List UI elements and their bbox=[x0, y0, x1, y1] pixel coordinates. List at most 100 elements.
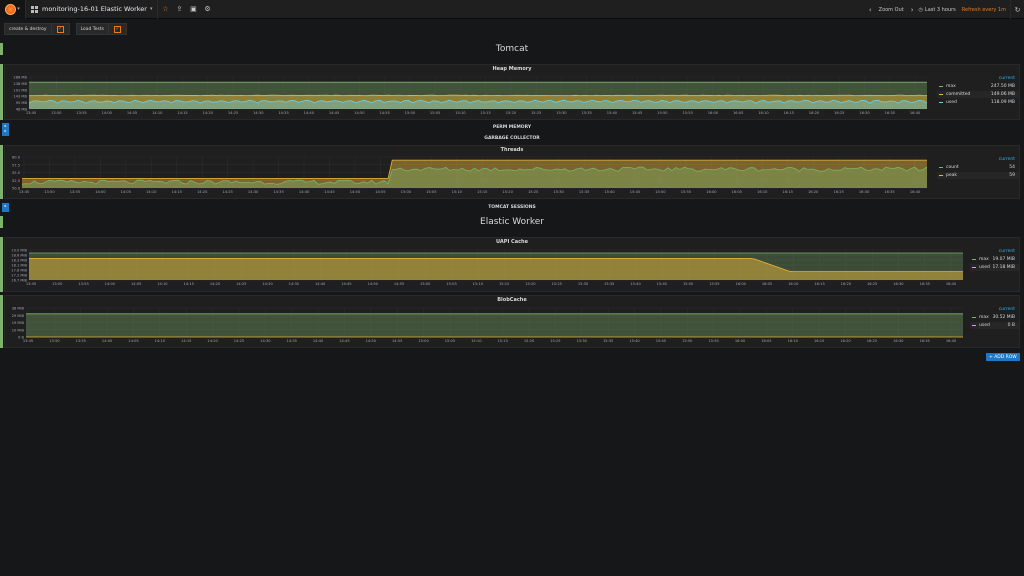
blobcache-panel[interactable]: BlobCache 38 MiB 29 MiB 19 MiB 10 MiB 0 B 13:… bbox=[4, 295, 1020, 348]
x-tick-label: 16:00 bbox=[736, 282, 747, 286]
chart-svg[interactable]: 38 MiB 29 MiB 19 MiB 10 MiB 0 B 13:45 13:50 13:… bbox=[5, 296, 1021, 349]
legend-series-name: max bbox=[946, 84, 956, 89]
y-tick-label: 10 MiB bbox=[12, 328, 25, 332]
legend-item-used[interactable]: used 0 B bbox=[970, 322, 1019, 329]
legend-item-max[interactable]: max 30.52 MiB bbox=[970, 314, 1019, 321]
x-tick-label: 15:30 bbox=[578, 282, 589, 286]
x-tick-label: 16:20 bbox=[840, 339, 851, 343]
row-title-garbage-collector[interactable]: GARBAGE COLLECTOR bbox=[0, 136, 1024, 141]
x-tick-label: 14:15 bbox=[177, 111, 187, 115]
x-tick-label: 15:15 bbox=[499, 282, 509, 286]
x-tick-label: 16:40 bbox=[946, 282, 957, 286]
x-tick-label: 15:00 bbox=[418, 339, 429, 343]
y-tick-label: 17.8 MiB bbox=[11, 269, 27, 273]
share-icon[interactable]: ⇪ bbox=[172, 0, 186, 19]
x-tick-label: 15:40 bbox=[630, 282, 641, 286]
legend-item-used[interactable]: used 17.18 MiB bbox=[970, 264, 1019, 271]
chart-svg[interactable]: 286 MB238 MB191 MB143 MB95 MB48 MB13:45 1… bbox=[5, 65, 1021, 121]
x-tick-label: 16:15 bbox=[783, 190, 793, 194]
x-tick-label: 14:50 bbox=[354, 111, 365, 115]
chart-svg[interactable]: 19.0 MiB18.6 MiB18.3 MiB18.1 MiB17.8 MiB… bbox=[5, 238, 1021, 293]
x-tick-label: 14:50 bbox=[366, 339, 377, 343]
legend-current-value: 19.07 MiB bbox=[992, 257, 1015, 262]
x-tick-label: 13:45 bbox=[23, 339, 33, 343]
x-tick-label: 16:10 bbox=[757, 190, 768, 194]
legend-current-value: 17.18 MiB bbox=[992, 265, 1015, 270]
refresh-interval[interactable]: Refresh every 1m bbox=[958, 7, 1010, 13]
y-tick-label: 57.5 bbox=[12, 163, 20, 167]
x-tick-label: 16:05 bbox=[732, 190, 742, 194]
legend-item-peak[interactable]: peak 59 bbox=[937, 172, 1019, 179]
x-tick-label: 13:55 bbox=[76, 111, 86, 115]
chevron-left-icon[interactable]: ‹ bbox=[866, 6, 875, 14]
x-tick-label: 15:45 bbox=[656, 339, 666, 343]
row-title-perm-memory[interactable]: PERM MEMORY bbox=[0, 125, 1024, 130]
x-tick-label: 13:55 bbox=[76, 339, 86, 343]
legend-current-value: 30.52 MiB bbox=[992, 315, 1015, 320]
x-tick-label: 16:10 bbox=[788, 339, 799, 343]
x-tick-label: 16:15 bbox=[814, 339, 824, 343]
legend-item-count[interactable]: count 54 bbox=[937, 164, 1019, 171]
threads-panel[interactable]: Threads 60.0 57.5 55.0 52.5 50.0 13:45 13:50 13… bbox=[4, 145, 1020, 199]
x-tick-label: 15:45 bbox=[657, 282, 667, 286]
x-tick-label: 15:45 bbox=[632, 111, 642, 115]
row-marker[interactable] bbox=[0, 237, 3, 292]
heap-memory-panel[interactable]: Heap Memory 286 MB 238 MB 191 MB 143 MB 95 M… bbox=[4, 64, 1020, 120]
caret-down-icon: ▾ bbox=[17, 6, 20, 12]
dashboard-picker[interactable]: monitoring-16-01 Elastic Worker ▾ bbox=[26, 0, 159, 19]
variable-checkbox[interactable]: ✓ bbox=[51, 23, 70, 35]
x-tick-label: 14:35 bbox=[278, 111, 288, 115]
row-marker[interactable] bbox=[0, 295, 3, 348]
x-tick-label: 16:00 bbox=[735, 339, 746, 343]
x-tick-label: 15:25 bbox=[528, 190, 538, 194]
x-tick-label: 14:00 bbox=[102, 339, 113, 343]
grafana-menu-button[interactable]: ▾ bbox=[0, 0, 26, 19]
x-tick-label: 16:20 bbox=[808, 190, 819, 194]
legend-series-name: used bbox=[979, 323, 990, 328]
x-tick-label: 16:35 bbox=[920, 282, 930, 286]
save-icon[interactable]: ▣ bbox=[186, 0, 200, 19]
x-tick-label: 14:25 bbox=[222, 190, 232, 194]
x-tick-label: 15:10 bbox=[452, 190, 463, 194]
uapi-cache-panel[interactable]: UAPI Cache 19.0 MiB 18.6 MiB 18.3 MiB 18.1 … bbox=[4, 237, 1020, 292]
star-icon[interactable]: ☆ bbox=[158, 0, 172, 19]
time-range-label: Last 3 hours bbox=[924, 6, 956, 13]
zoom-out-button[interactable]: Zoom Out bbox=[875, 7, 908, 13]
row-marker[interactable] bbox=[0, 145, 3, 199]
x-tick-label: 15:20 bbox=[525, 282, 536, 286]
x-tick-label: 15:50 bbox=[655, 190, 666, 194]
legend-item-used[interactable]: used 118.09 MB bbox=[937, 99, 1019, 106]
x-tick-label: 14:40 bbox=[304, 111, 315, 115]
x-tick-label: 15:25 bbox=[550, 339, 560, 343]
row-marker[interactable] bbox=[0, 64, 3, 120]
gear-icon[interactable]: ⚙ bbox=[200, 0, 214, 19]
time-range-picker[interactable]: ◷ Last 3 hours bbox=[917, 7, 958, 13]
chevron-right-icon[interactable]: › bbox=[908, 6, 917, 14]
y-tick-label: 191 MB bbox=[13, 88, 27, 92]
x-tick-label: 14:20 bbox=[197, 190, 208, 194]
x-tick-label: 15:05 bbox=[430, 111, 440, 115]
x-tick-label: 15:10 bbox=[455, 111, 466, 115]
time-controls: ‹ Zoom Out › ◷ Last 3 hours Refresh ever… bbox=[866, 0, 1024, 19]
x-tick-label: 15:25 bbox=[552, 282, 562, 286]
row-title-tomcat-sessions[interactable]: TOMCAT SESSIONS bbox=[0, 205, 1024, 210]
legend-current-value: 54 bbox=[1009, 165, 1015, 170]
chart-svg[interactable]: 60.057.555.052.550.013:45 13:50 13:55 14:00… bbox=[5, 146, 1021, 200]
x-tick-label: 14:10 bbox=[157, 282, 168, 286]
add-row-button[interactable]: + ADD ROW bbox=[986, 353, 1020, 361]
x-tick-label: 15:05 bbox=[446, 282, 456, 286]
x-tick-label: 16:15 bbox=[784, 111, 794, 115]
x-tick-label: 15:50 bbox=[683, 282, 694, 286]
x-tick-label: 13:50 bbox=[52, 282, 63, 286]
legend-item-max[interactable]: max 19.07 MiB bbox=[970, 256, 1019, 263]
legend-item-committed[interactable]: committed 149.06 MB bbox=[937, 91, 1019, 98]
row-title-tomcat: Tomcat bbox=[495, 44, 529, 54]
refresh-icon[interactable]: ↻ bbox=[1010, 0, 1024, 19]
x-tick-label: 14:55 bbox=[375, 190, 385, 194]
legend-item-max[interactable]: max 247.50 MB bbox=[937, 83, 1019, 90]
legend-current-value: 59 bbox=[1009, 173, 1015, 178]
series-area-max bbox=[26, 313, 963, 337]
x-tick-label: 14:10 bbox=[152, 111, 163, 115]
legend-current-value: 118.09 MB bbox=[990, 100, 1015, 105]
variable-checkbox[interactable]: ✓ bbox=[109, 23, 127, 35]
